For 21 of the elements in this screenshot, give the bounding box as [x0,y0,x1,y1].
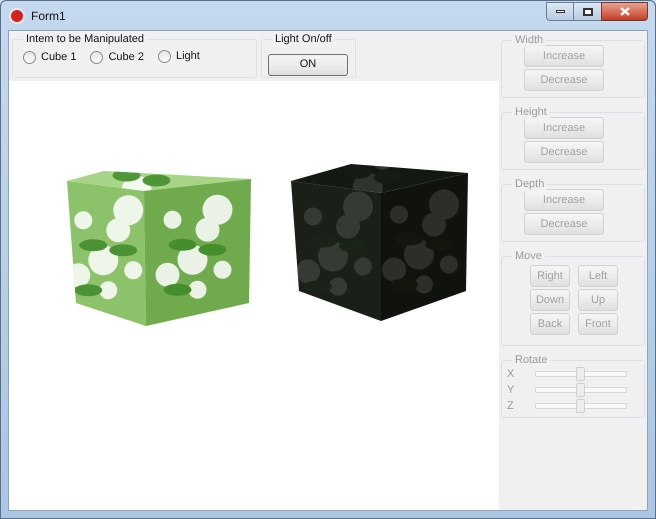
axis-label: Y [507,382,516,398]
close-icon [620,7,630,16]
group-label: Intem to be Manipulated [23,32,148,46]
radio-button[interactable] [23,50,36,64]
axis-label: X [507,366,516,382]
window-title: Form1 [31,8,66,24]
maximize-button[interactable] [574,2,601,21]
group-label: Width [512,33,546,47]
action-button[interactable]: ON [268,54,348,76]
radio-button[interactable] [90,50,104,64]
close-button[interactable] [601,2,648,21]
radio-button[interactable] [158,50,171,63]
radio-label: Cube 1 [41,50,76,65]
radio-label: Light [176,49,200,64]
group-label: Height [512,105,550,119]
axis-label: Z [507,398,515,414]
group-label: Light On/off [272,32,335,46]
radio-label: Cube 2 [108,50,144,65]
minimize-button[interactable] [546,2,574,21]
app-icon [9,8,25,24]
group-label: Depth [512,177,548,191]
